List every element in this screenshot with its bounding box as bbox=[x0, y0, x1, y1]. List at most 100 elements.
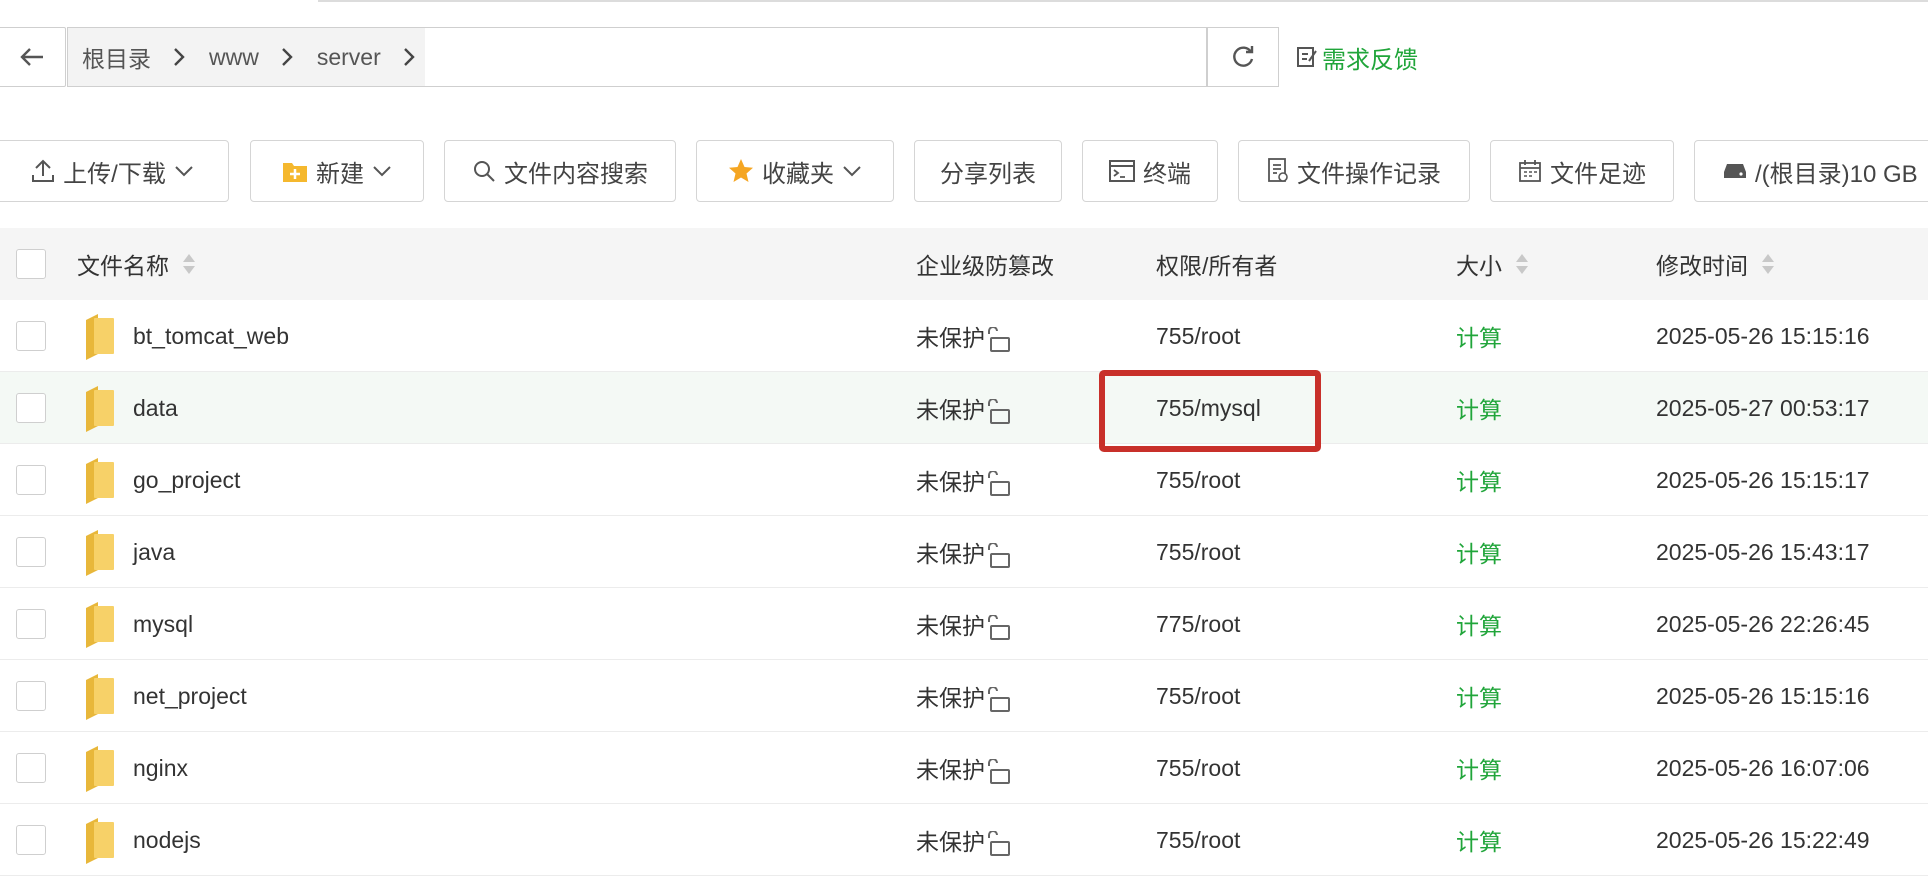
protect-status-label: 未保护 bbox=[916, 829, 985, 855]
protect-status[interactable]: 未保护 bbox=[916, 804, 1011, 876]
file-name[interactable]: bt_tomcat_web bbox=[133, 300, 289, 372]
file-name[interactable]: go_project bbox=[133, 444, 240, 516]
file-table-header: 文件名称 企业级防篡改 权限/所有者 大小 修改时间 bbox=[0, 228, 1928, 301]
permission-owner[interactable]: 755/root bbox=[1156, 732, 1240, 804]
row-checkbox[interactable] bbox=[16, 321, 46, 351]
file-name[interactable]: mysql bbox=[133, 588, 193, 660]
permission-owner[interactable]: 755/root bbox=[1156, 516, 1240, 588]
row-checkbox[interactable] bbox=[16, 753, 46, 783]
sort-icon[interactable] bbox=[1514, 252, 1530, 276]
upload-download-button[interactable]: 上传/下载 bbox=[0, 140, 229, 202]
breadcrumb[interactable]: 根目录 www server bbox=[67, 27, 1207, 87]
select-all-checkbox[interactable] bbox=[16, 249, 46, 279]
folder-icon bbox=[84, 516, 116, 588]
back-button[interactable] bbox=[0, 27, 66, 87]
calculate-size-link[interactable]: 计算 bbox=[1456, 660, 1502, 732]
permission-owner[interactable]: 755/root bbox=[1156, 804, 1240, 876]
file-name[interactable]: data bbox=[133, 372, 178, 444]
upload-icon bbox=[32, 159, 55, 182]
row-checkbox[interactable] bbox=[16, 681, 46, 711]
table-row[interactable]: nodejs 未保护 755/root 计算 2025-05-26 15:22:49 bbox=[0, 804, 1928, 876]
favorites-button[interactable]: 收藏夹 bbox=[696, 140, 894, 202]
permission-owner[interactable]: 755/mysql bbox=[1156, 372, 1261, 444]
table-row[interactable]: bt_tomcat_web 未保护 755/root 计算 2025-05-26 15:… bbox=[0, 300, 1928, 372]
folder-icon bbox=[84, 588, 116, 660]
share-list-button[interactable]: 分享列表 bbox=[914, 140, 1062, 202]
feedback-link[interactable]: 需求反馈 bbox=[1296, 40, 1418, 74]
protect-status[interactable]: 未保护 bbox=[916, 732, 1011, 804]
column-header-name[interactable]: 文件名称 bbox=[77, 228, 197, 300]
calculate-size-link[interactable]: 计算 bbox=[1456, 588, 1502, 660]
protect-status[interactable]: 未保护 bbox=[916, 300, 1011, 372]
content-search-button[interactable]: 文件内容搜索 bbox=[444, 140, 676, 202]
protect-status-label: 未保护 bbox=[916, 685, 985, 711]
table-row[interactable]: java 未保护 755/root 计算 2025-05-26 15:43:17 bbox=[0, 516, 1928, 588]
terminal-icon bbox=[1109, 160, 1135, 182]
file-footprint-button[interactable]: 文件足迹 bbox=[1490, 140, 1674, 202]
calculate-size-link[interactable]: 计算 bbox=[1456, 732, 1502, 804]
permission-owner[interactable]: 775/root bbox=[1156, 588, 1240, 660]
calculate-size-link[interactable]: 计算 bbox=[1456, 516, 1502, 588]
permission-owner[interactable]: 755/root bbox=[1156, 300, 1240, 372]
row-checkbox[interactable] bbox=[16, 537, 46, 567]
table-row[interactable]: mysql 未保护 775/root 计算 2025-05-26 22:26:45 bbox=[0, 588, 1928, 660]
permission-owner[interactable]: 755/root bbox=[1156, 660, 1240, 732]
modified-time: 2025-05-26 15:22:49 bbox=[1656, 826, 1870, 853]
table-row[interactable]: data 未保护 755/mysql 计算 2025-05-27 00:53:17 bbox=[0, 372, 1928, 444]
breadcrumb-item-www[interactable]: www bbox=[195, 28, 303, 86]
breadcrumb-label: server bbox=[316, 43, 381, 70]
protect-status[interactable]: 未保护 bbox=[916, 444, 1011, 516]
file-operation-log-button[interactable]: 文件操作记录 bbox=[1238, 140, 1470, 202]
file-name[interactable]: nginx bbox=[133, 732, 188, 804]
disk-selector-button[interactable]: /(根目录)10 GB bbox=[1694, 140, 1928, 202]
row-checkbox[interactable] bbox=[16, 825, 46, 855]
calculate-size-link[interactable]: 计算 bbox=[1456, 372, 1502, 444]
breadcrumb-item-server[interactable]: server bbox=[303, 28, 425, 86]
column-header-permission: 权限/所有者 bbox=[1156, 228, 1277, 300]
chevron-down-icon bbox=[843, 166, 861, 177]
new-button[interactable]: 新建 bbox=[250, 140, 424, 202]
terminal-label: 终端 bbox=[1143, 160, 1191, 188]
sort-icon[interactable] bbox=[1760, 252, 1776, 276]
document-log-icon bbox=[1268, 158, 1288, 182]
unlock-icon bbox=[985, 759, 1011, 785]
refresh-button[interactable] bbox=[1207, 27, 1279, 87]
protect-status[interactable]: 未保护 bbox=[916, 660, 1011, 732]
file-name[interactable]: java bbox=[133, 516, 175, 588]
column-mtime-label: 修改时间 bbox=[1656, 253, 1748, 279]
chevron-right-icon bbox=[163, 28, 195, 86]
file-name[interactable]: net_project bbox=[133, 660, 247, 732]
hard-drive-icon bbox=[1724, 164, 1746, 178]
unlock-icon bbox=[985, 327, 1011, 353]
column-header-protect: 企业级防篡改 bbox=[916, 228, 1054, 300]
terminal-button[interactable]: 终端 bbox=[1082, 140, 1218, 202]
share-list-label: 分享列表 bbox=[940, 160, 1036, 188]
sort-icon[interactable] bbox=[181, 252, 197, 276]
protect-status[interactable]: 未保护 bbox=[916, 516, 1011, 588]
folder-icon bbox=[84, 300, 116, 372]
calculate-size-link[interactable]: 计算 bbox=[1456, 804, 1502, 876]
calculate-size-link[interactable]: 计算 bbox=[1456, 444, 1502, 516]
top-divider bbox=[318, 0, 1928, 2]
table-row[interactable]: net_project 未保护 755/root 计算 2025-05-26 15:15… bbox=[0, 660, 1928, 732]
breadcrumb-label: www bbox=[209, 43, 259, 70]
row-checkbox[interactable] bbox=[16, 465, 46, 495]
row-checkbox[interactable] bbox=[16, 393, 46, 423]
calculate-size-link[interactable]: 计算 bbox=[1456, 300, 1502, 372]
column-header-mtime[interactable]: 修改时间 bbox=[1656, 228, 1776, 300]
table-row[interactable]: go_project 未保护 755/root 计算 2025-05-26 15:15:… bbox=[0, 444, 1928, 516]
modified-time: 2025-05-26 15:15:17 bbox=[1656, 466, 1870, 493]
protect-status-label: 未保护 bbox=[916, 397, 985, 423]
protect-status[interactable]: 未保护 bbox=[916, 372, 1011, 444]
permission-owner[interactable]: 755/root bbox=[1156, 444, 1240, 516]
column-size-label: 大小 bbox=[1456, 253, 1502, 279]
row-checkbox[interactable] bbox=[16, 609, 46, 639]
column-header-size[interactable]: 大小 bbox=[1456, 228, 1530, 300]
breadcrumb-item-root[interactable]: 根目录 bbox=[68, 28, 195, 86]
modified-time: 2025-05-26 15:15:16 bbox=[1656, 322, 1870, 349]
protect-status[interactable]: 未保护 bbox=[916, 588, 1011, 660]
file-name[interactable]: nodejs bbox=[133, 804, 201, 876]
new-label: 新建 bbox=[316, 160, 364, 188]
table-row[interactable]: nginx 未保护 755/root 计算 2025-05-26 16:07:06 bbox=[0, 732, 1928, 804]
modified-time: 2025-05-26 22:26:45 bbox=[1656, 610, 1870, 637]
